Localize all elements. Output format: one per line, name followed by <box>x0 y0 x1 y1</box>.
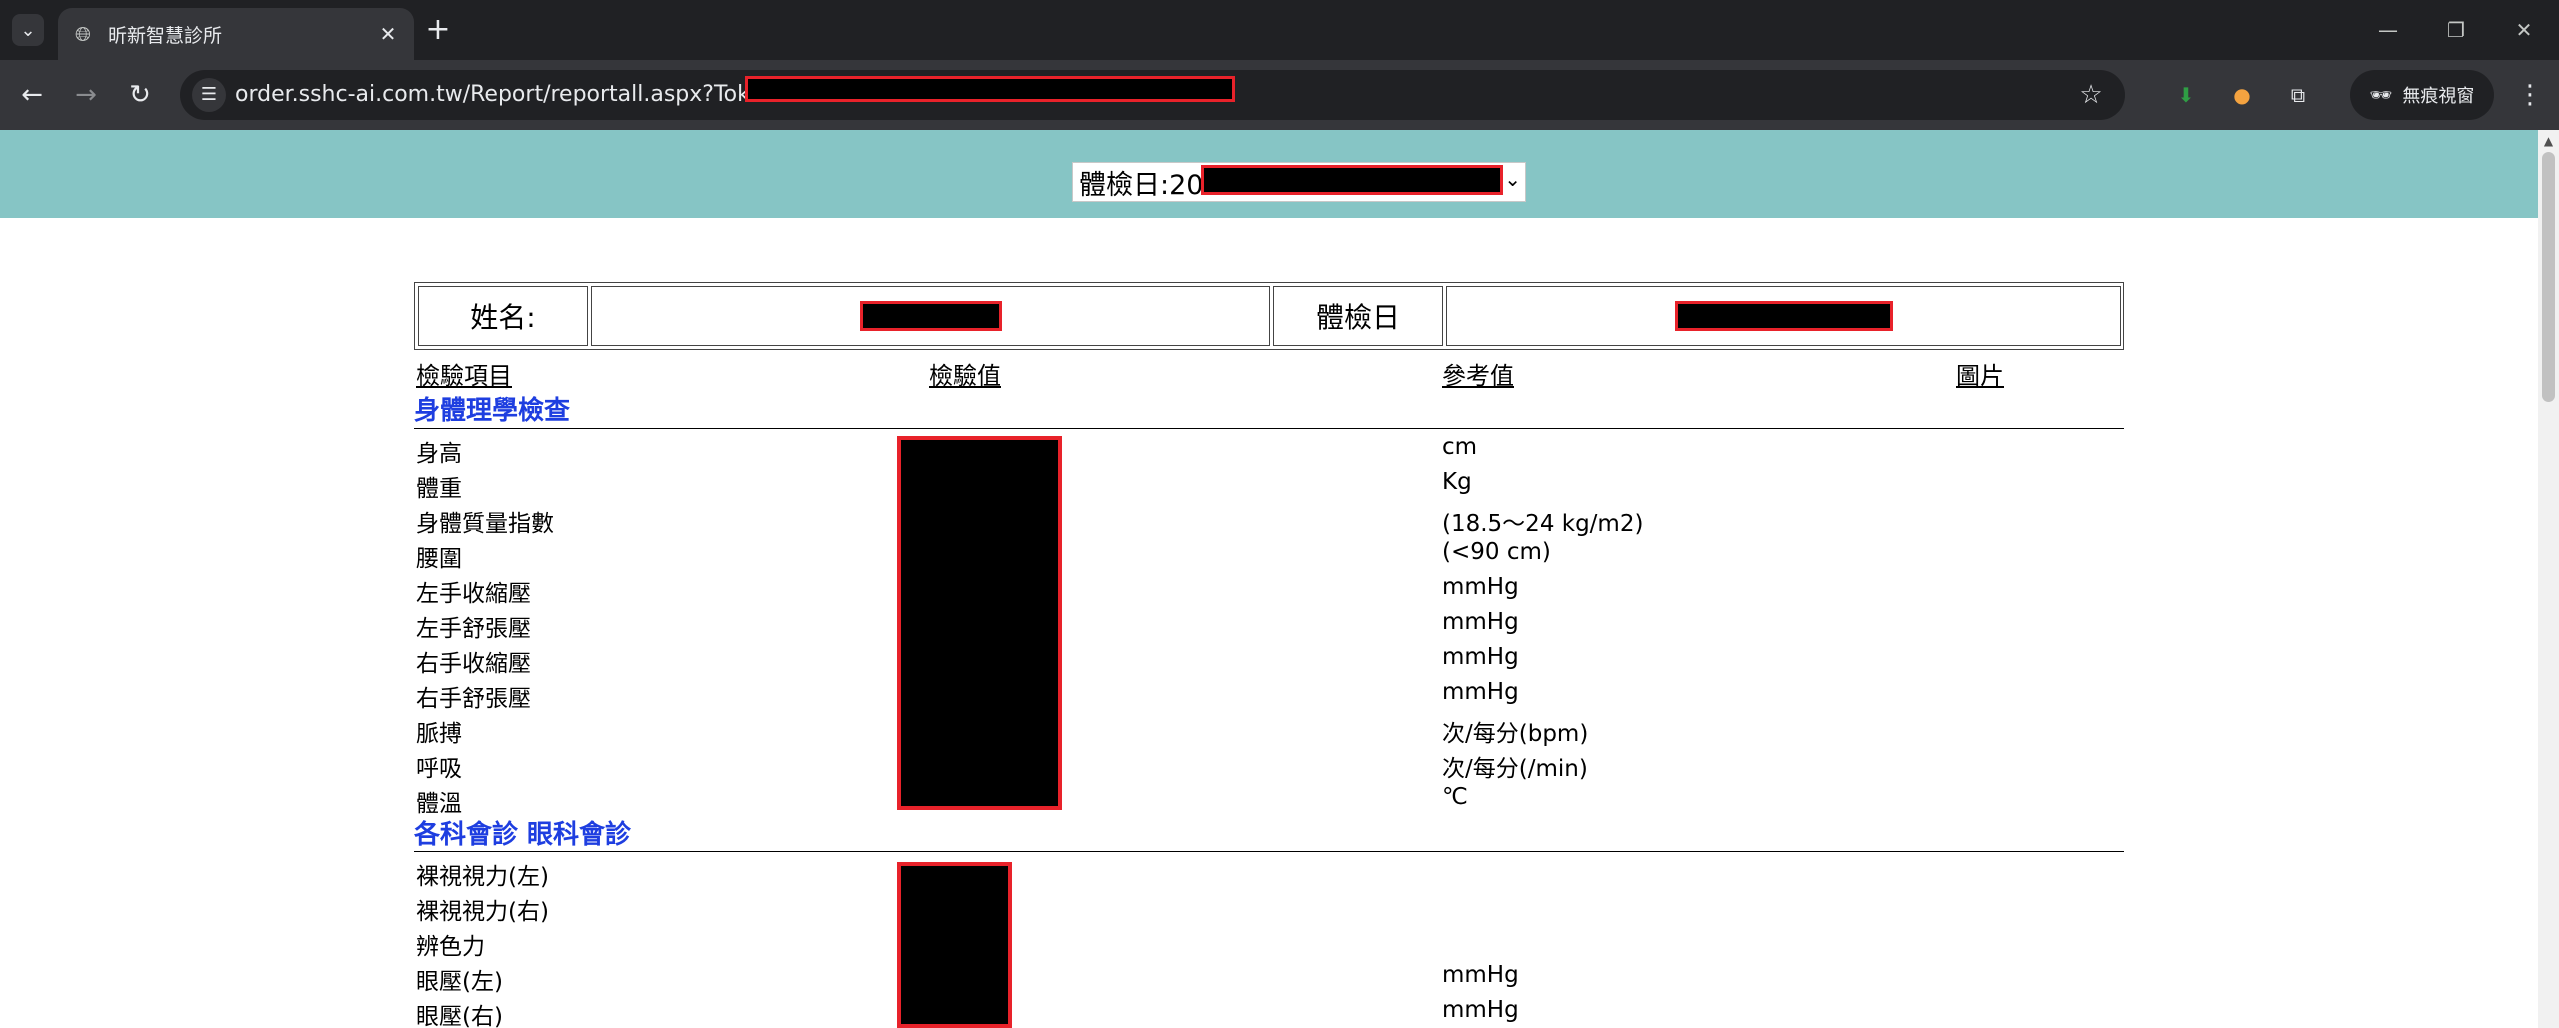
incognito-indicator[interactable]: 🕶︎ 無痕視窗 <box>2350 70 2494 120</box>
column-header-reference[interactable]: 參考值 <box>1442 356 1514 391</box>
row-item-name: 裸視視力(右) <box>416 899 549 925</box>
back-arrow-icon[interactable]: ← <box>14 77 50 113</box>
column-header-item[interactable]: 檢驗項目 <box>416 356 512 391</box>
section-divider <box>414 428 2124 429</box>
chevron-down-icon: ⌄ <box>1504 167 1521 191</box>
row-item-name: 右手收縮壓 <box>416 651 531 677</box>
column-header-image[interactable]: 圖片 <box>1956 356 2004 391</box>
scroll-up-arrow-icon[interactable]: ▲ <box>2538 134 2559 150</box>
row-item-reference: 次/每分(/min) <box>1442 756 1588 782</box>
tab-search-chevron-icon[interactable]: ⌄ <box>12 14 44 46</box>
name-value-cell <box>591 286 1270 346</box>
exam-date-select[interactable]: 體檢日:20 ⌄ <box>1072 162 1526 202</box>
row-item-name: 身體質量指數 <box>416 511 554 537</box>
section-title-physical-exam: 身體理學檢查 <box>414 396 571 426</box>
minimize-window-icon[interactable]: — <box>2368 12 2408 48</box>
close-window-icon[interactable]: ✕ <box>2504 12 2544 48</box>
row-item-name: 裸視視力(左) <box>416 864 549 890</box>
name-redaction <box>859 301 1002 331</box>
url-token-redaction <box>745 76 1235 102</box>
url-text[interactable]: order.sshc-ai.com.tw/Report/reportall.as… <box>235 82 795 107</box>
forward-arrow-icon[interactable]: → <box>68 77 104 113</box>
row-item-name: 眼壓(左) <box>416 969 503 995</box>
row-item-reference: mmHg <box>1442 962 1519 988</box>
row-item-reference: mmHg <box>1442 574 1519 600</box>
section-divider <box>414 851 2124 852</box>
values-redaction-eye-consult <box>897 862 1012 1028</box>
browser-toolbar: ← → ↻ ☰ order.sshc-ai.com.tw/Report/repo… <box>0 60 2559 130</box>
row-item-name: 體重 <box>416 476 462 502</box>
row-item-name: 辨色力 <box>416 934 485 960</box>
row-item-name: 眼壓(右) <box>416 1004 503 1028</box>
site-info-tune-icon[interactable]: ☰ <box>192 78 226 112</box>
row-item-reference: mmHg <box>1442 679 1519 705</box>
row-item-reference: mmHg <box>1442 644 1519 670</box>
date-redaction <box>1674 301 1893 331</box>
date-label-cell: 體檢日 <box>1273 286 1443 346</box>
browser-tab-bar: ⌄ 🌐︎ 昕新智慧診所 ✕ + — ❐ ✕ <box>0 0 2559 60</box>
date-label: 體檢日 <box>1315 301 1400 334</box>
exam-date-select-label: 體檢日:20 <box>1079 169 1204 201</box>
name-label: 姓名: <box>470 301 536 334</box>
row-item-reference: mmHg <box>1442 997 1519 1023</box>
url-value: order.sshc-ai.com.tw/Report/reportall.as… <box>235 82 796 107</box>
tab-title: 昕新智慧診所 <box>108 24 223 47</box>
report-header-bar: 體檢日:20 ⌄ <box>0 130 2538 218</box>
new-tab-plus-icon[interactable]: + <box>422 14 454 46</box>
globe-icon: 🌐︎ <box>75 22 91 46</box>
extensions-puzzle-icon[interactable]: ⧉ <box>2280 77 2316 113</box>
bookmark-star-icon[interactable]: ☆ <box>2075 79 2107 111</box>
page-scrollbar[interactable]: ▲ <box>2538 130 2559 1028</box>
row-item-name: 體溫 <box>416 791 462 817</box>
incognito-icon: 🕶︎ <box>2369 84 2393 106</box>
row-item-reference: (18.5～24 kg/m2) <box>1442 511 1644 537</box>
row-item-name: 身高 <box>416 441 462 467</box>
address-bar[interactable]: ☰ order.sshc-ai.com.tw/Report/reportall.… <box>180 70 2125 120</box>
row-item-reference: mmHg <box>1442 609 1519 635</box>
row-item-name: 脈搏 <box>416 721 462 747</box>
row-item-reference: cm <box>1442 434 1478 460</box>
restore-window-icon[interactable]: ❐ <box>2436 12 2476 48</box>
browser-menu-icon[interactable]: ⋮ <box>2512 77 2548 113</box>
date-value-cell <box>1446 286 2121 346</box>
row-item-name: 腰圍 <box>416 546 462 572</box>
download-extension-icon[interactable]: ⬇ <box>2168 77 2204 113</box>
browser-tab-active[interactable]: 🌐︎ 昕新智慧診所 ✕ <box>58 8 414 60</box>
row-item-name: 右手舒張壓 <box>416 686 531 712</box>
incognito-label: 無痕視窗 <box>2402 86 2475 107</box>
cookie-extension-icon[interactable]: ● <box>2224 77 2260 113</box>
page-viewport: 體檢日:20 ⌄ 姓名: 體檢日 檢驗項目 檢驗值 參考值 圖片 身體理學檢查 … <box>0 130 2538 1028</box>
column-header-value[interactable]: 檢驗值 <box>929 356 1001 391</box>
row-item-name: 呼吸 <box>416 756 462 782</box>
row-item-name: 左手舒張壓 <box>416 616 531 642</box>
values-redaction-physical-exam <box>897 436 1062 810</box>
scrollbar-thumb[interactable] <box>2542 152 2555 402</box>
row-item-reference: ℃ <box>1442 784 1468 810</box>
name-label-cell: 姓名: <box>418 286 588 346</box>
section-title-eye-consult: 各科會診 眼科會診 <box>414 820 632 850</box>
reload-icon[interactable]: ↻ <box>122 77 158 113</box>
exam-date-redaction <box>1201 165 1503 195</box>
row-item-reference: 次/每分(bpm) <box>1442 721 1589 747</box>
close-tab-icon[interactable]: ✕ <box>374 20 402 48</box>
row-item-reference: Kg <box>1442 469 1472 495</box>
row-item-reference: (<90 cm) <box>1442 539 1551 565</box>
patient-info-table: 姓名: 體檢日 <box>414 282 2124 350</box>
row-item-name: 左手收縮壓 <box>416 581 531 607</box>
